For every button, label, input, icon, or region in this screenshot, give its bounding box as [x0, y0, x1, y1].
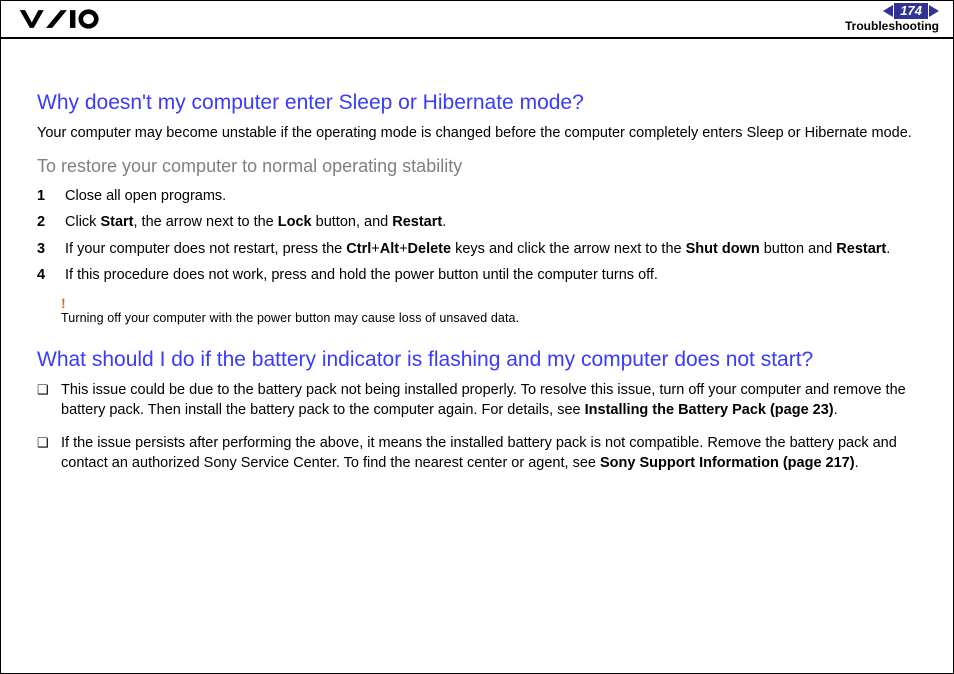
step-text: If your computer does not restart, press…: [65, 241, 890, 257]
step-item: 1 Close all open programs.: [61, 187, 917, 207]
warning-text: Turning off your computer with the power…: [61, 310, 917, 326]
prev-page-arrow-icon[interactable]: [883, 5, 893, 17]
step-text: Close all open programs.: [65, 188, 226, 204]
step-text: If this procedure does not work, press a…: [65, 267, 658, 283]
step-number: 3: [37, 240, 55, 260]
bullet-list: This issue could be due to the battery p…: [37, 381, 917, 473]
question-2-heading: What should I do if the battery indicato…: [37, 346, 917, 373]
page-header: 174 Troubleshooting: [1, 1, 953, 39]
vaio-logo: [19, 7, 104, 31]
warning-note: ! Turning off your computer with the pow…: [61, 296, 917, 326]
document-page: 174 Troubleshooting Why doesn't my compu…: [0, 0, 954, 674]
step-item: 3 If your computer does not restart, pre…: [61, 240, 917, 260]
link-installing-battery[interactable]: Installing the Battery Pack (page 23): [585, 402, 834, 418]
link-sony-support[interactable]: Sony Support Information (page 217): [600, 455, 855, 471]
step-number: 4: [37, 266, 55, 286]
list-item: If the issue persists after performing t…: [61, 434, 917, 473]
step-item: 2 Click Start, the arrow next to the Loc…: [61, 213, 917, 233]
next-page-arrow-icon[interactable]: [929, 5, 939, 17]
question-1-subhead: To restore your computer to normal opera…: [37, 155, 917, 178]
warning-icon: !: [61, 296, 917, 310]
page-nav: 174: [883, 1, 939, 21]
step-item: 4 If this procedure does not work, press…: [61, 266, 917, 286]
question-1-intro: Your computer may become unstable if the…: [37, 124, 917, 143]
step-number: 1: [37, 187, 55, 207]
step-text: Click Start, the arrow next to the Lock …: [65, 214, 446, 230]
question-1-heading: Why doesn't my computer enter Sleep or H…: [37, 89, 917, 116]
page-content: Why doesn't my computer enter Sleep or H…: [1, 39, 953, 474]
page-number: 174: [894, 3, 928, 19]
list-item: This issue could be due to the battery p…: [61, 381, 917, 420]
steps-list: 1 Close all open programs. 2 Click Start…: [37, 187, 917, 286]
step-number: 2: [37, 213, 55, 233]
section-title: Troubleshooting: [845, 19, 939, 33]
